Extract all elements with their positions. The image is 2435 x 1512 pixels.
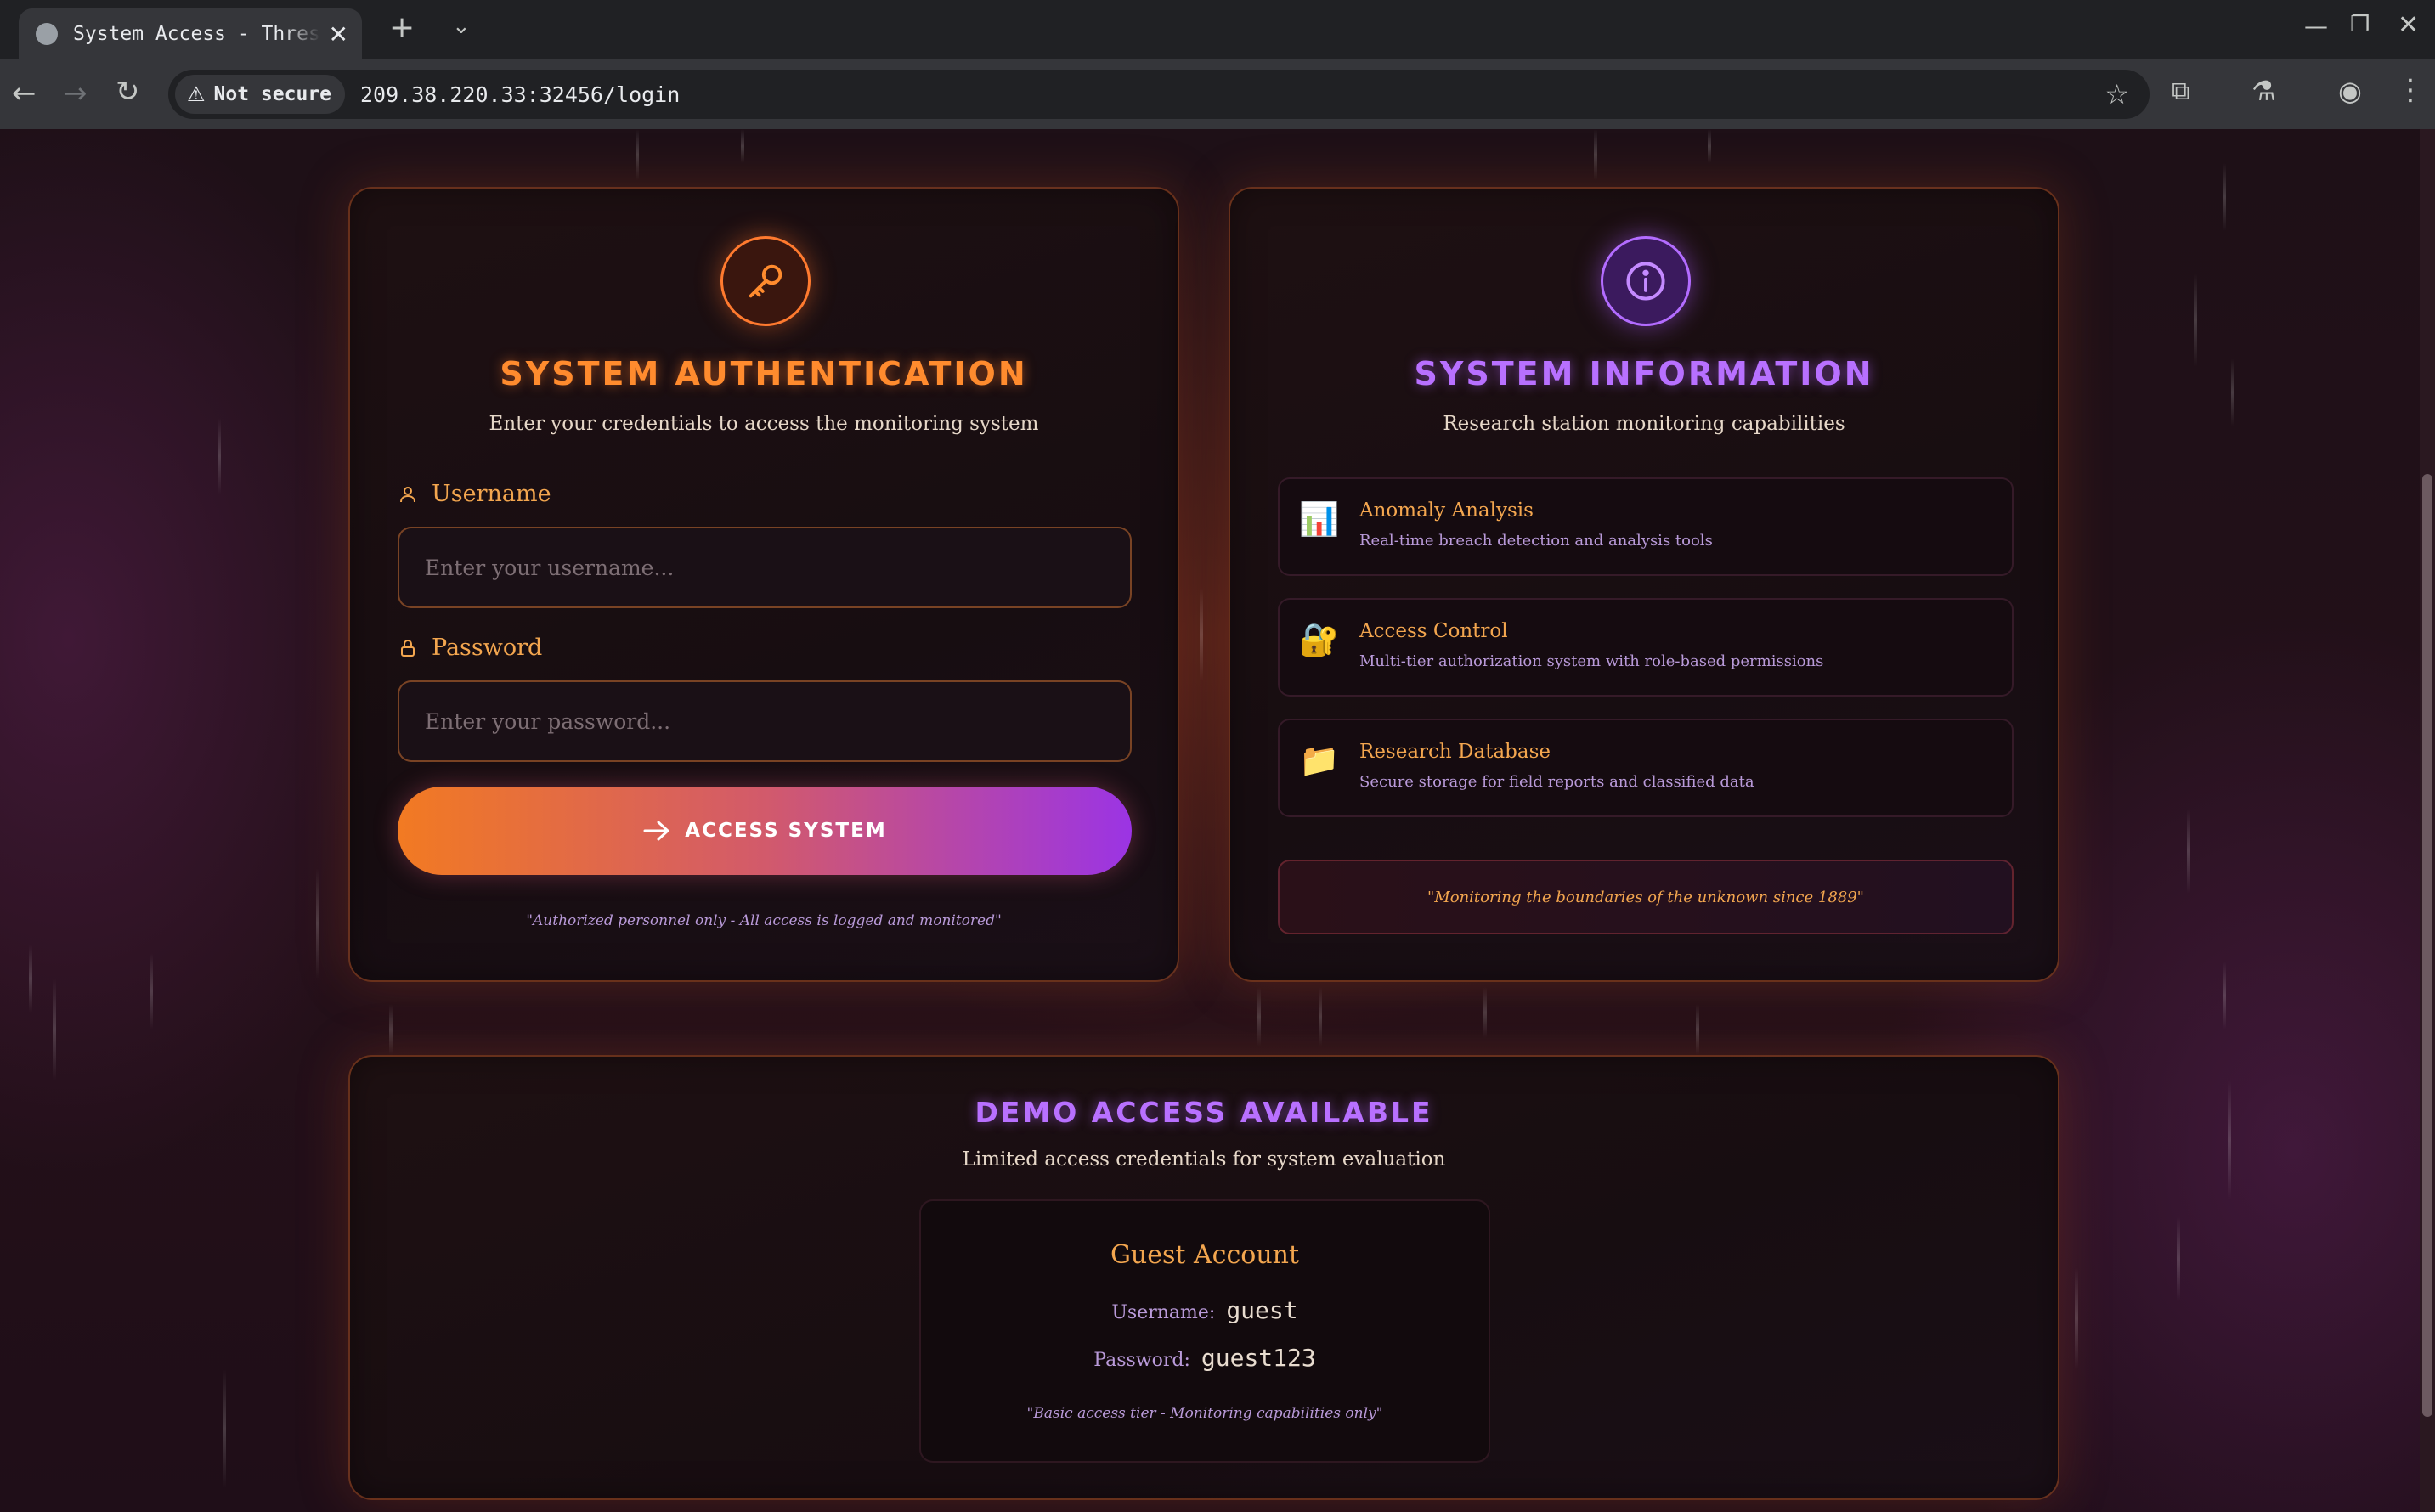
- feature-access-control: 🔐 Access Control Multi-tier authorizatio…: [1278, 598, 2014, 697]
- rain-streak: [1696, 1004, 1699, 1055]
- rain-streak: [1594, 129, 1597, 180]
- username-label-row: Username: [398, 481, 551, 507]
- warning-icon: ⚠: [187, 82, 206, 106]
- guest-account-title: Guest Account: [1110, 1240, 1300, 1270]
- rain-streak: [2177, 1216, 2180, 1301]
- guest-password-row: Password: guest123: [921, 1344, 1489, 1372]
- rain-streak: [1200, 588, 1203, 681]
- tab-title: System Access - Threshold: [73, 23, 320, 45]
- demo-title: Demo Access Available: [975, 1096, 1433, 1129]
- user-icon: [400, 486, 415, 502]
- locked-with-key-icon: 🔐: [1299, 620, 1340, 658]
- rain-streak: [1319, 987, 1322, 1047]
- page-viewport: System Authentication Enter your credent…: [0, 129, 2435, 1512]
- scrollbar-thumb[interactable]: [2422, 474, 2432, 1417]
- restore-icon[interactable]: ❐: [2350, 12, 2370, 37]
- rain-streak: [223, 1369, 226, 1488]
- extensions-icon[interactable]: ⧉: [2172, 76, 2189, 106]
- feature-description: Multi-tier authorization system with rol…: [1359, 652, 1824, 670]
- demo-subtitle: Limited access credentials for system ev…: [962, 1148, 1446, 1171]
- feature-title: Access Control: [1359, 620, 1508, 642]
- info-subtitle: Research station monitoring capabilities: [1443, 413, 1845, 435]
- password-label: Password: [432, 635, 543, 661]
- bookmark-star-icon[interactable]: ☆: [2104, 78, 2129, 110]
- rain-streak: [741, 129, 744, 163]
- info-badge: [1601, 236, 1691, 326]
- username-input[interactable]: [398, 527, 1132, 608]
- browser-tab[interactable]: System Access - Threshold ✕: [19, 8, 362, 59]
- auth-subtitle: Enter your credentials to access the mon…: [489, 413, 1039, 435]
- access-system-label: Access System: [685, 820, 887, 842]
- rain-streak: [2223, 163, 2226, 231]
- profile-icon[interactable]: ◉: [2338, 75, 2362, 107]
- rain-streak: [389, 1004, 393, 1055]
- url-text[interactable]: 209.38.220.33:32456/login: [360, 82, 680, 107]
- guest-account-note: "Basic access tier - Monitoring capabili…: [1026, 1405, 1383, 1422]
- rain-streak: [1483, 987, 1487, 1038]
- page-scrollbar[interactable]: [2420, 129, 2435, 1512]
- globe-icon: [36, 23, 58, 45]
- key-icon: [749, 264, 782, 298]
- browser-toolbar: ← → ↻ ⚠ Not secure 209.38.220.33:32456/l…: [0, 59, 2435, 129]
- arrow-right-icon: [643, 821, 669, 841]
- system-information-card: System Information Research station moni…: [1229, 187, 2059, 982]
- folder-icon: 📁: [1299, 741, 1340, 779]
- rain-streak: [2223, 962, 2226, 1030]
- guest-password-label: Password:: [1093, 1350, 1190, 1371]
- forward-icon[interactable]: →: [63, 76, 88, 110]
- rain-streak: [636, 129, 639, 180]
- auth-footer-note: "Authorized personnel only - All access …: [526, 912, 1002, 929]
- rain-streak: [1257, 987, 1261, 1047]
- reload-icon[interactable]: ↻: [116, 75, 140, 109]
- feature-research-database: 📁 Research Database Secure storage for f…: [1278, 719, 2014, 817]
- rain-streak: [1708, 129, 1711, 163]
- rain-streak: [316, 868, 319, 979]
- guest-password-value: guest123: [1201, 1344, 1316, 1372]
- feature-description: Real-time breach detection and analysis …: [1359, 532, 1713, 550]
- rain-streak: [2228, 1080, 2231, 1199]
- guest-username-value: guest: [1226, 1296, 1298, 1324]
- guest-account-box: Guest Account Username: guest Password: …: [919, 1199, 1490, 1463]
- key-badge: [720, 236, 811, 326]
- access-system-button[interactable]: Access System: [398, 787, 1132, 875]
- browser-tab-strip: System Access - Threshold ✕ + ⌄ — ❐ ✕: [0, 0, 2435, 59]
- menu-kebab-icon[interactable]: ⋮: [2396, 73, 2425, 107]
- labs-flask-icon[interactable]: ⚗: [2251, 75, 2276, 107]
- security-indicator[interactable]: ⚠ Not secure: [175, 75, 345, 114]
- guest-username-label: Username:: [1111, 1302, 1216, 1323]
- tab-close-icon[interactable]: ✕: [329, 20, 348, 48]
- info-title: System Information: [1414, 355, 1874, 392]
- minimize-icon[interactable]: —: [2304, 12, 2328, 40]
- rain-streak: [2194, 274, 2197, 367]
- auth-title: System Authentication: [500, 355, 1028, 392]
- feature-anomaly-analysis: 📊 Anomaly Analysis Real-time breach dete…: [1278, 477, 2014, 576]
- security-label: Not secure: [213, 83, 331, 105]
- rain-streak: [2187, 809, 2190, 894]
- guest-username-row: Username: guest: [921, 1296, 1489, 1324]
- authentication-card: System Authentication Enter your credent…: [348, 187, 1179, 982]
- feature-title: Research Database: [1359, 741, 1551, 763]
- rain-streak: [150, 953, 153, 1030]
- password-input[interactable]: [398, 680, 1132, 762]
- username-label: Username: [432, 481, 551, 507]
- back-icon[interactable]: ←: [12, 76, 37, 110]
- new-tab-icon[interactable]: +: [389, 10, 415, 45]
- rain-streak: [218, 418, 221, 494]
- rain-streak: [29, 945, 32, 1013]
- address-bar[interactable]: ⚠ Not secure 209.38.220.33:32456/login ☆: [168, 70, 2150, 119]
- demo-access-card: Demo Access Available Limited access cre…: [348, 1055, 2059, 1500]
- bar-chart-icon: 📊: [1299, 499, 1340, 538]
- info-quote: "Monitoring the boundaries of the unknow…: [1278, 860, 2014, 934]
- feature-description: Secure storage for field reports and cla…: [1359, 773, 1754, 791]
- rain-streak: [2075, 1267, 2078, 1369]
- tab-search-chevron-icon[interactable]: ⌄: [452, 14, 471, 39]
- feature-title: Anomaly Analysis: [1359, 499, 1534, 522]
- info-icon: [1626, 262, 1665, 301]
- lock-icon: [401, 639, 415, 657]
- window-close-icon[interactable]: ✕: [2398, 10, 2419, 40]
- rain-streak: [2231, 358, 2234, 426]
- rain-streak: [53, 979, 56, 1080]
- password-label-row: Password: [398, 635, 542, 661]
